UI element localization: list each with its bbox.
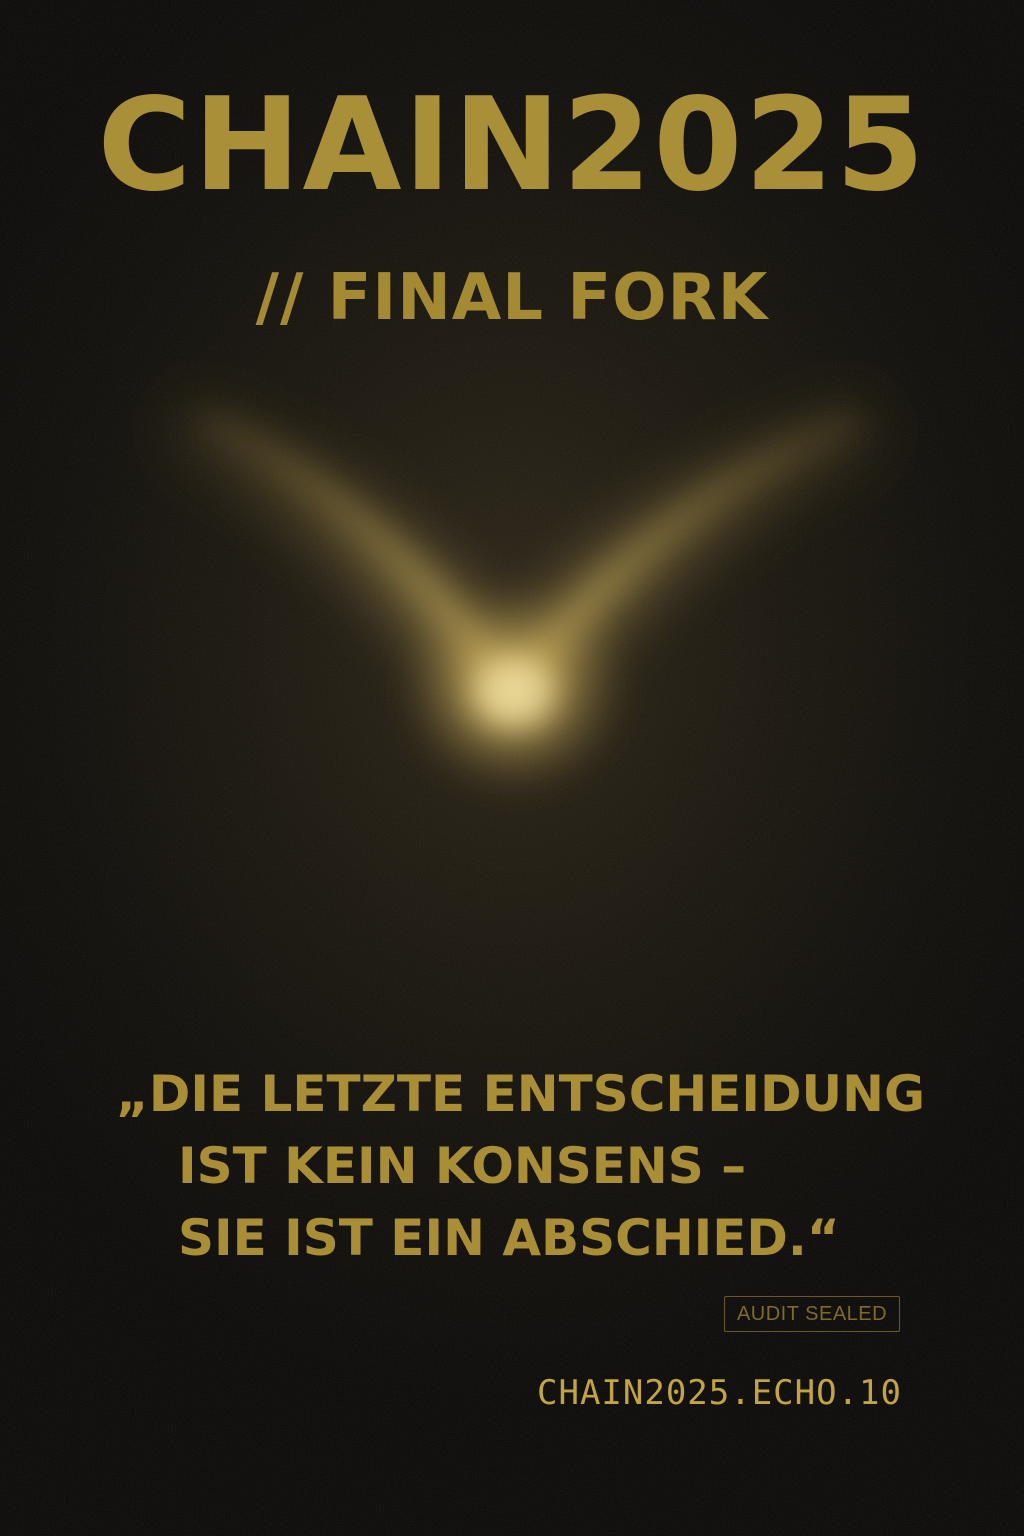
quote-line-1: „DIE LETZTE ENTSCHEIDUNG (116, 1065, 925, 1123)
footer-code: CHAIN2025.ECHO.10 (537, 1373, 902, 1413)
quote-line-3: SIE IST EIN ABSCHIED.“ (178, 1209, 840, 1267)
quote-line-2: IST KEIN KONSENS – (178, 1137, 747, 1195)
audit-sealed-badge: AUDIT SEALED (724, 1296, 900, 1332)
poster-subtitle: // FINAL FORK (255, 261, 769, 335)
poster-title: CHAIN2025 (97, 71, 927, 220)
poster: CHAIN2025 // FINAL FORK „DIE LETZTE ENTS… (0, 0, 1024, 1536)
